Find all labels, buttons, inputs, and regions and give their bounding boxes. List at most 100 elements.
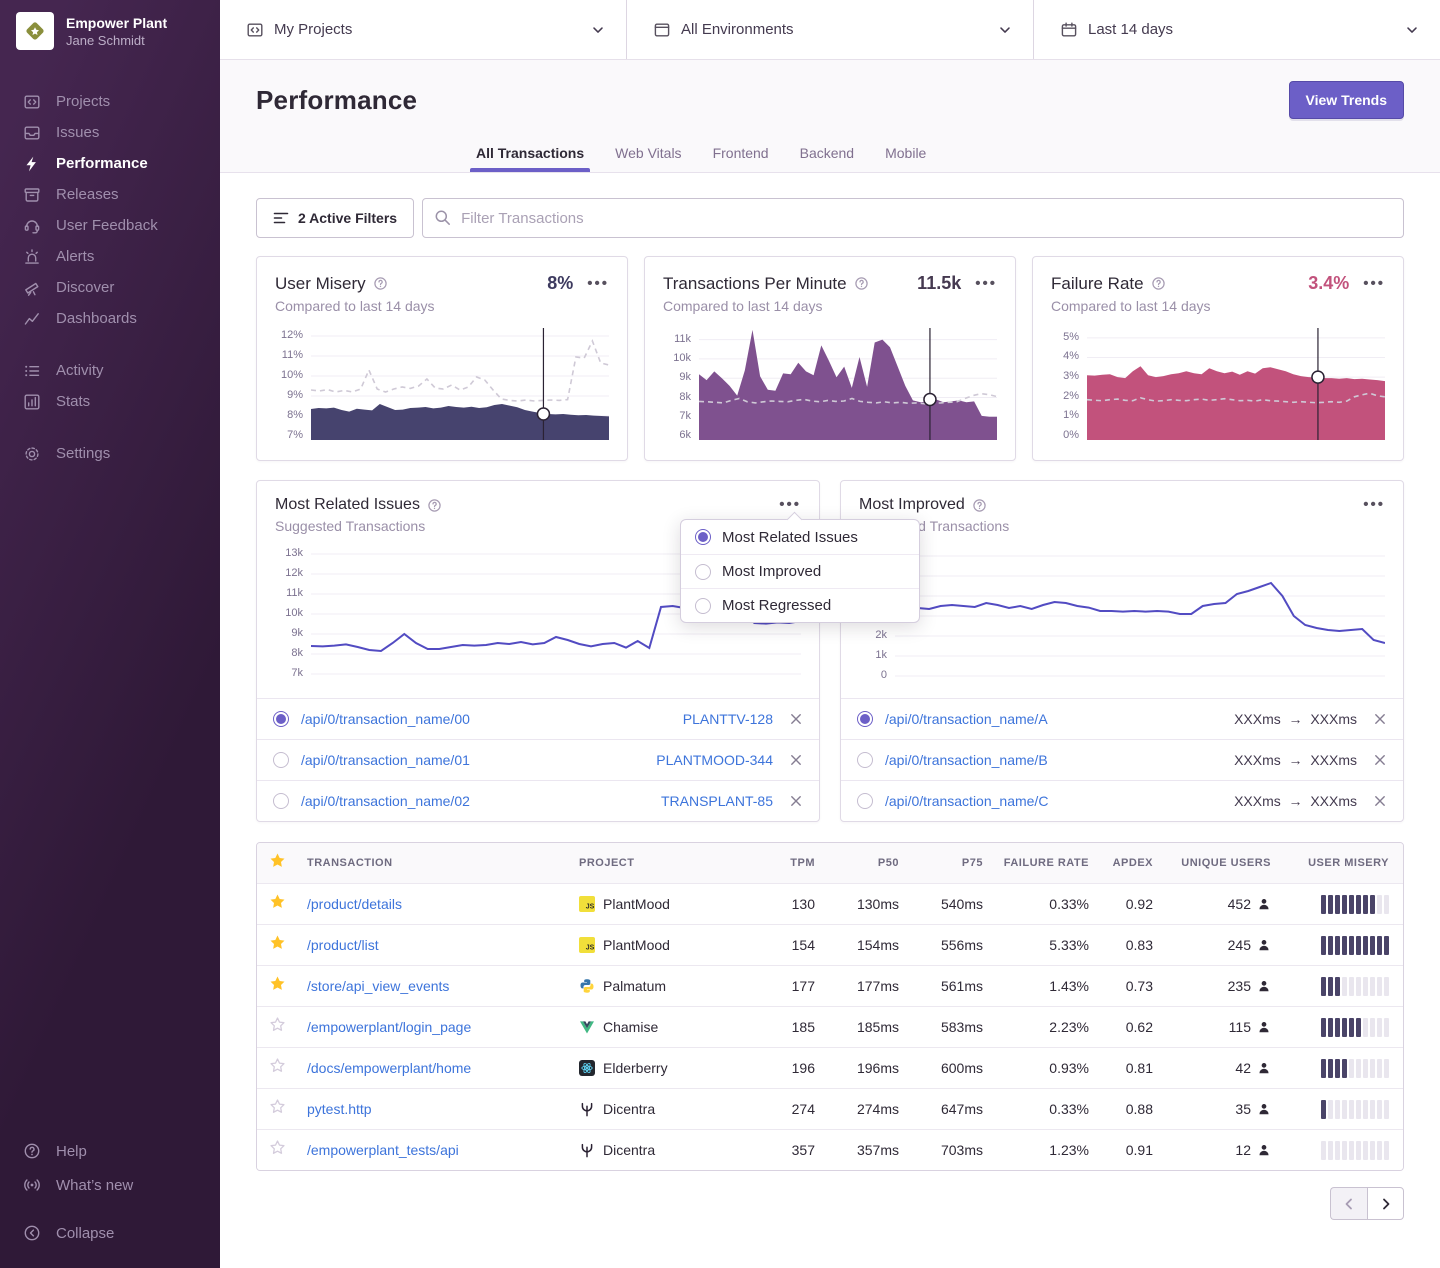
previous-page-button[interactable] — [1330, 1187, 1367, 1220]
misery-bar — [1349, 1059, 1354, 1078]
help-icon[interactable] — [854, 276, 869, 291]
sidebar-item-user-feedback[interactable]: User Feedback — [0, 210, 220, 241]
card-menu-button[interactable]: ••• — [1363, 279, 1385, 289]
column-header-p75[interactable]: P75 — [899, 857, 983, 869]
tab-frontend[interactable]: Frontend — [713, 145, 769, 172]
sidebar-item-settings[interactable]: Settings — [0, 438, 220, 469]
transaction-link[interactable]: pytest.http — [307, 1101, 579, 1117]
plant-icon — [579, 1142, 595, 1158]
star-icon[interactable] — [269, 1098, 286, 1115]
app-root: Empower Plant Jane Schmidt ProjectsIssue… — [0, 0, 1440, 1268]
misery-bar — [1335, 895, 1340, 914]
sidebar-item-help[interactable]: Help — [0, 1134, 220, 1168]
sidebar-item-stats[interactable]: Stats — [0, 386, 220, 417]
panel-menu-button[interactable]: ••• — [1363, 500, 1385, 510]
view-trends-button[interactable]: View Trends — [1289, 81, 1404, 119]
filter-icon — [273, 210, 289, 226]
column-header-failure-rate[interactable]: FAILURE RATE — [983, 857, 1089, 869]
radio-button[interactable] — [857, 793, 873, 809]
issue-link[interactable]: PLANTMOOD-344 — [656, 752, 773, 768]
help-icon[interactable] — [972, 498, 987, 513]
unique-users-value: 452 — [1153, 896, 1271, 912]
menu-item-most-improved[interactable]: Most Improved — [681, 554, 919, 588]
transaction-link[interactable]: /product/details — [307, 896, 579, 912]
column-header-unique-users[interactable]: UNIQUE USERS — [1153, 857, 1271, 869]
axis-tick-label: 1% — [1063, 409, 1079, 421]
help-icon[interactable] — [427, 498, 442, 513]
close-icon[interactable] — [1373, 712, 1387, 726]
tab-all-transactions[interactable]: All Transactions — [476, 145, 584, 172]
star-icon[interactable] — [269, 1139, 286, 1156]
card-title: Failure Rate — [1051, 274, 1144, 294]
column-header-transaction[interactable]: TRANSACTION — [307, 857, 579, 869]
transaction-list-item: /api/0/transaction_name/BXXXms → XXXms — [841, 739, 1403, 780]
next-page-button[interactable] — [1367, 1187, 1404, 1220]
star-icon[interactable] — [269, 1016, 286, 1033]
close-icon[interactable] — [789, 794, 803, 808]
transaction-link[interactable]: /store/api_view_events — [307, 978, 579, 994]
star-icon[interactable] — [269, 1057, 286, 1074]
chevron-down-icon — [1404, 22, 1420, 38]
transaction-link[interactable]: /empowerplant_tests/api — [307, 1142, 579, 1158]
date-range-dropdown[interactable]: Last 14 days — [1034, 0, 1440, 59]
close-icon[interactable] — [789, 712, 803, 726]
tab-backend[interactable]: Backend — [800, 145, 854, 172]
transaction-link[interactable]: /api/0/transaction_name/C — [885, 793, 1048, 809]
transaction-link[interactable]: /api/0/transaction_name/A — [885, 711, 1048, 727]
radio-button[interactable] — [857, 711, 873, 727]
transaction-link[interactable]: /api/0/transaction_name/B — [885, 752, 1048, 768]
sidebar-item-what-s-new[interactable]: What’s new — [0, 1168, 220, 1202]
column-header-project[interactable]: PROJECT — [579, 857, 749, 869]
sidebar-item-issues[interactable]: Issues — [0, 117, 220, 148]
tpm-value: 357 — [749, 1142, 815, 1158]
issue-link[interactable]: PLANTTV-128 — [683, 711, 773, 727]
radio-button[interactable] — [857, 752, 873, 768]
environment-filter-dropdown[interactable]: All Environments — [627, 0, 1034, 59]
column-header-p50[interactable]: P50 — [815, 857, 899, 869]
close-icon[interactable] — [1373, 794, 1387, 808]
sidebar-item-collapse[interactable]: Collapse — [0, 1216, 220, 1250]
column-header-user-misery[interactable]: USER MISERY — [1271, 857, 1389, 869]
sidebar-item-dashboards[interactable]: Dashboards — [0, 303, 220, 334]
transaction-link[interactable]: /product/list — [307, 937, 579, 953]
menu-item-most-related-issues[interactable]: Most Related Issues — [681, 520, 919, 554]
card-menu-button[interactable]: ••• — [587, 279, 609, 289]
star-icon[interactable] — [269, 975, 286, 992]
axis-tick-label: 13k — [285, 547, 303, 559]
column-header-apdex[interactable]: APDEX — [1089, 857, 1153, 869]
help-icon[interactable] — [373, 276, 388, 291]
star-icon[interactable] — [269, 934, 286, 951]
card-menu-button[interactable]: ••• — [975, 279, 997, 289]
sidebar-item-discover[interactable]: Discover — [0, 272, 220, 303]
radio-button[interactable] — [273, 793, 289, 809]
issue-link[interactable]: TRANSPLANT-85 — [661, 793, 773, 809]
close-icon[interactable] — [789, 753, 803, 767]
radio-button[interactable] — [273, 752, 289, 768]
menu-item-most-regressed[interactable]: Most Regressed — [681, 588, 919, 622]
help-icon[interactable] — [1151, 276, 1166, 291]
active-filters-button[interactable]: 2 Active Filters — [256, 198, 414, 238]
sidebar-item-performance[interactable]: Performance — [0, 148, 220, 179]
failure-rate-value: 2.23% — [983, 1019, 1089, 1035]
org-switcher[interactable]: Empower Plant Jane Schmidt — [0, 0, 220, 60]
column-header-tpm[interactable]: TPM — [749, 857, 815, 869]
panel-menu-button[interactable]: ••• — [779, 500, 801, 510]
search-input[interactable] — [422, 198, 1404, 238]
tab-web-vitals[interactable]: Web Vitals — [615, 145, 681, 172]
project-filter-dropdown[interactable]: My Projects — [220, 0, 627, 59]
sidebar-item-activity[interactable]: Activity — [0, 355, 220, 386]
close-icon[interactable] — [1373, 753, 1387, 767]
sidebar-item-projects[interactable]: Projects — [0, 86, 220, 117]
star-icon[interactable] — [269, 852, 286, 869]
transaction-link[interactable]: /api/0/transaction_name/01 — [301, 752, 470, 768]
transaction-link[interactable]: /docs/empowerplant/home — [307, 1060, 579, 1076]
transaction-link[interactable]: /api/0/transaction_name/02 — [301, 793, 470, 809]
sidebar-item-releases[interactable]: Releases — [0, 179, 220, 210]
sidebar-item-alerts[interactable]: Alerts — [0, 241, 220, 272]
star-icon[interactable] — [269, 893, 286, 910]
y-axis: 12%11%10%9%8%7% — [275, 328, 311, 440]
radio-button[interactable] — [273, 711, 289, 727]
transaction-link[interactable]: /empowerplant/login_page — [307, 1019, 579, 1035]
tab-mobile[interactable]: Mobile — [885, 145, 926, 172]
transaction-link[interactable]: /api/0/transaction_name/00 — [301, 711, 470, 727]
